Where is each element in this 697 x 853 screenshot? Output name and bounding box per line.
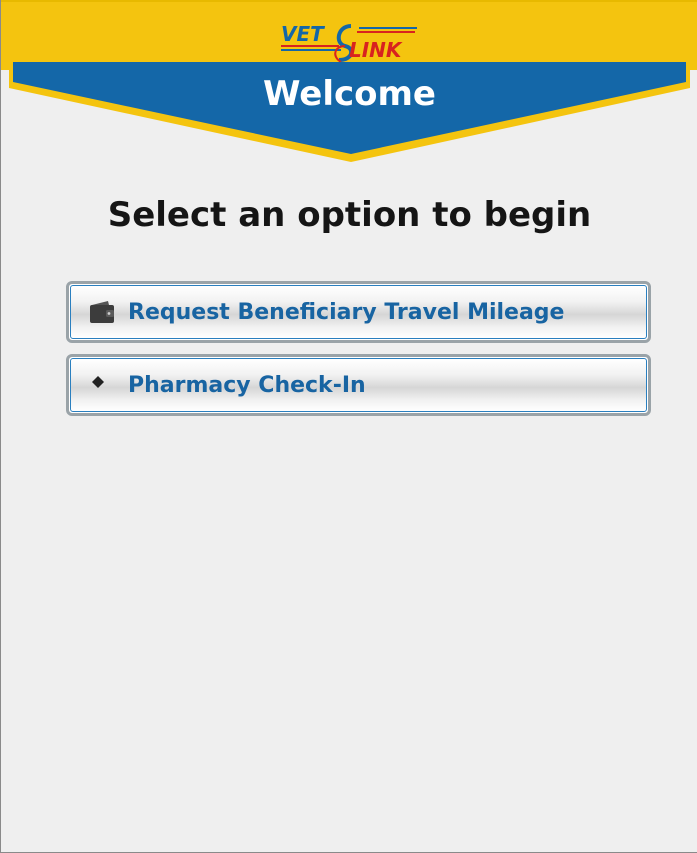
option-button-face[interactable]: Pharmacy Check-In: [70, 358, 647, 412]
option-label: Pharmacy Check-In: [128, 372, 366, 398]
wallet-icon: [88, 298, 116, 326]
page-prompt: Select an option to begin: [107, 195, 592, 235]
banner-title: Welcome: [262, 74, 436, 114]
logo-text-vet: VET: [281, 22, 324, 46]
pharmacy-check-in-button[interactable]: Pharmacy Check-In: [66, 354, 651, 416]
logo-text-link: LINK: [349, 38, 402, 62]
option-label: Request Beneficiary Travel Mileage: [128, 299, 565, 325]
vet-link-logo: VET LINK: [279, 16, 421, 66]
diamond-icon: [88, 371, 116, 399]
header-bar: VET LINK: [1, 0, 697, 70]
app-frame: VET LINK Welcome Select an option to beg…: [0, 0, 697, 853]
request-travel-mileage-button[interactable]: Request Beneficiary Travel Mileage: [66, 281, 651, 343]
option-button-face[interactable]: Request Beneficiary Travel Mileage: [70, 285, 647, 339]
